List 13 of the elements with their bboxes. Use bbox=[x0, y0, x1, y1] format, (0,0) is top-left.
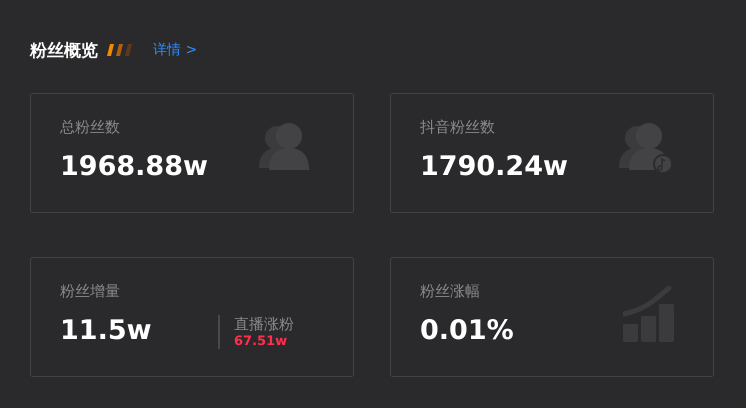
stripes-icon bbox=[107, 44, 133, 56]
stat-label: 总粉丝数 bbox=[60, 118, 121, 137]
sub-stat-value: 67.51w bbox=[234, 334, 288, 349]
section-title: 粉丝概览 bbox=[30, 40, 98, 62]
stat-value: 1968.88w bbox=[60, 150, 208, 184]
details-link[interactable]: 详情 > bbox=[153, 41, 198, 59]
stat-label: 抖音粉丝数 bbox=[420, 118, 496, 137]
stat-label: 粉丝增量 bbox=[60, 282, 121, 301]
stat-value: 1790.24w bbox=[420, 150, 568, 184]
stat-value: 11.5w bbox=[60, 314, 152, 348]
stat-label: 粉丝涨幅 bbox=[420, 282, 481, 301]
sub-stat-label: 直播涨粉 bbox=[234, 315, 294, 334]
stat-value: 0.01% bbox=[420, 314, 514, 348]
